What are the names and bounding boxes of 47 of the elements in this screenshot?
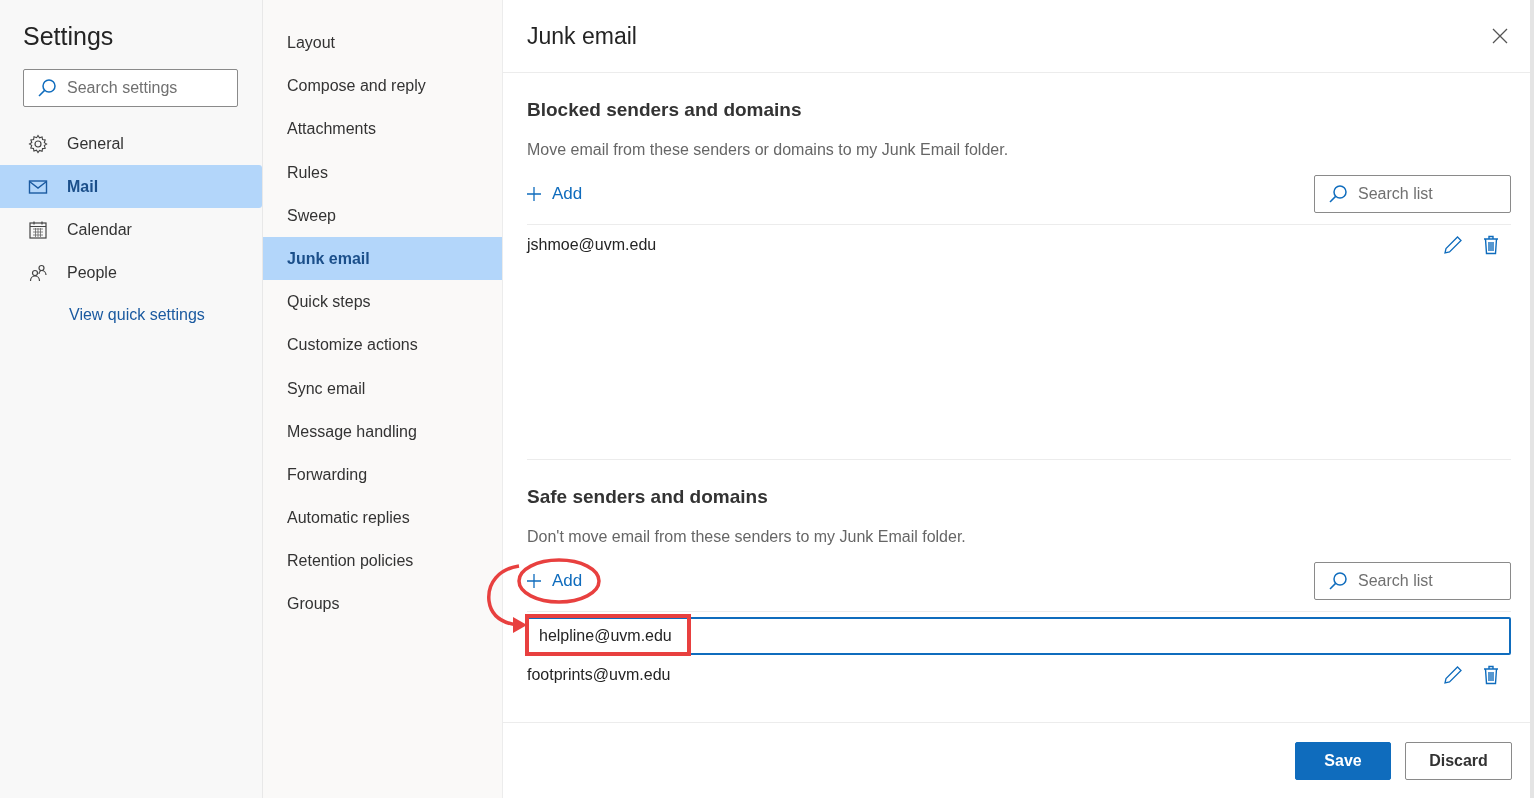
pencil-icon[interactable] [1443,665,1463,685]
pencil-icon[interactable] [1443,235,1463,255]
submenu-item[interactable]: Junk email [263,236,502,281]
search-field[interactable]: Search settings [23,69,238,107]
section-description: Move email from these senders or domains to my Junk Email folder. [527,141,1010,159]
trash-icon[interactable] [1483,235,1499,255]
nav-item[interactable]: General [0,122,262,165]
plus-icon [527,187,541,201]
section-title: Safe senders and domains [527,486,769,508]
email-entry: footprints@uvm.edu [527,666,671,684]
email-input-field[interactable]: helpline@uvm.edu [527,617,1511,655]
settings-title: Settings [22,21,115,52]
email-entry: jshmoe@uvm.edu [527,236,657,254]
submenu-item[interactable]: Attachments [263,107,502,151]
submenu-item[interactable]: Groups [263,582,502,626]
add-button[interactable]: Add [527,184,583,204]
search-list-field[interactable]: Search list [1314,562,1511,600]
people-icon [28,262,48,283]
calendar-icon [28,219,48,240]
nav-item[interactable]: Mail [0,165,262,208]
section-description: Don't move email from these senders to my Junk Email folder. [527,528,967,546]
submenu-item[interactable]: Message handling [263,409,502,453]
save-button[interactable]: Save [1295,741,1391,780]
submenu-item[interactable]: Quick steps [263,280,502,324]
plus-icon [527,574,541,588]
submenu-item[interactable]: Customize actions [263,323,502,367]
submenu-item[interactable]: Sync email [263,366,502,410]
nav-item[interactable]: People [0,251,262,294]
submenu-item[interactable]: Sweep [263,193,502,237]
search-icon [1328,184,1348,204]
panel-title: Junk email [527,22,637,50]
submenu-item[interactable]: Retention policies [263,539,502,583]
submenu-item[interactable]: Rules [263,150,502,194]
submenu-item[interactable]: Forwarding [263,452,502,497]
view-quick-settings-link[interactable]: View quick settings [69,306,205,324]
discard-button[interactable]: Discard [1405,741,1512,780]
search-list-field[interactable]: Search list [1314,175,1511,213]
close-icon[interactable] [1492,28,1508,44]
gear-icon [28,133,48,154]
search-icon [1328,571,1348,591]
submenu-item[interactable]: Layout [263,21,502,65]
submenu-item[interactable]: Automatic replies [263,496,502,540]
trash-icon[interactable] [1483,665,1499,685]
section-title: Blocked senders and domains [527,99,803,121]
nav-item[interactable]: Calendar [0,208,262,251]
submenu-item[interactable]: Compose and reply [263,64,502,108]
search-icon [37,78,57,98]
